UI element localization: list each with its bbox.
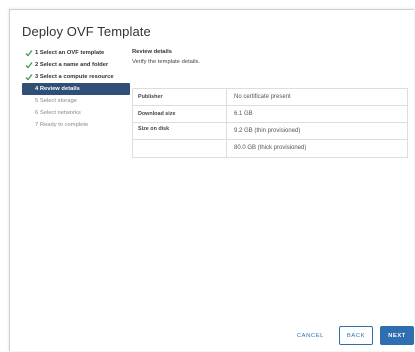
step-label: 3 Select a compute resource bbox=[35, 74, 114, 80]
check-icon bbox=[25, 50, 33, 57]
check-icon bbox=[25, 74, 33, 81]
step-label: 2 Select a name and folder bbox=[35, 62, 109, 68]
step-review-details[interactable]: 4 Review details bbox=[22, 83, 130, 95]
size-on-disk-label: Size on disk bbox=[133, 123, 227, 139]
publisher-value: No certificate present bbox=[234, 94, 291, 100]
step-select-networks: 6 Select networks bbox=[22, 107, 130, 119]
table-row: Publisher No certificate present bbox=[133, 89, 407, 106]
download-size-label: Download size bbox=[133, 106, 227, 122]
dialog-title: Deploy OVF Template bbox=[22, 24, 151, 39]
download-size-value: 6.1 GB bbox=[234, 111, 253, 117]
table-row: Size on disk 9.2 GB (thin provisioned) bbox=[133, 123, 407, 140]
step-select-compute-resource[interactable]: 3 Select a compute resource bbox=[22, 71, 130, 83]
step-ready-to-complete: 7 Ready to complete bbox=[22, 119, 130, 131]
step-label: 5 Select storage bbox=[35, 98, 77, 104]
section-subtitle: Verify the template details. bbox=[132, 59, 200, 65]
dialog-footer: CANCEL BACK NEXT bbox=[297, 326, 414, 345]
step-select-storage: 5 Select storage bbox=[22, 95, 130, 107]
size-on-disk-thick-value: 80.0 GB (thick provisioned) bbox=[234, 145, 307, 151]
table-row: Download size 6.1 GB bbox=[133, 106, 407, 123]
wizard-steps: 1 Select an OVF template 2 Select a name… bbox=[22, 47, 130, 131]
back-button[interactable]: BACK bbox=[339, 326, 373, 345]
size-on-disk-label-continued bbox=[133, 140, 227, 157]
check-icon bbox=[25, 62, 33, 69]
step-label: 1 Select an OVF template bbox=[35, 50, 105, 56]
step-label: 4 Review details bbox=[35, 86, 80, 92]
step-label: 6 Select networks bbox=[35, 110, 81, 116]
next-button[interactable]: NEXT bbox=[380, 326, 414, 345]
table-row: 80.0 GB (thick provisioned) bbox=[133, 140, 407, 157]
size-on-disk-thin-value: 9.2 GB (thin provisioned) bbox=[234, 128, 301, 134]
cancel-button[interactable]: CANCEL bbox=[297, 333, 324, 339]
section-title: Review details bbox=[132, 49, 172, 55]
step-label: 7 Ready to complete bbox=[35, 122, 89, 128]
review-details-panel: Review details Verify the template detai… bbox=[132, 47, 408, 158]
deploy-ovf-dialog: Deploy OVF Template 1 Select an OVF temp… bbox=[9, 9, 414, 351]
step-select-name-folder[interactable]: 2 Select a name and folder bbox=[22, 59, 130, 71]
step-select-ovf-template[interactable]: 1 Select an OVF template bbox=[22, 47, 130, 59]
details-table: Publisher No certificate present Downloa… bbox=[132, 88, 408, 158]
publisher-label: Publisher bbox=[133, 89, 227, 105]
